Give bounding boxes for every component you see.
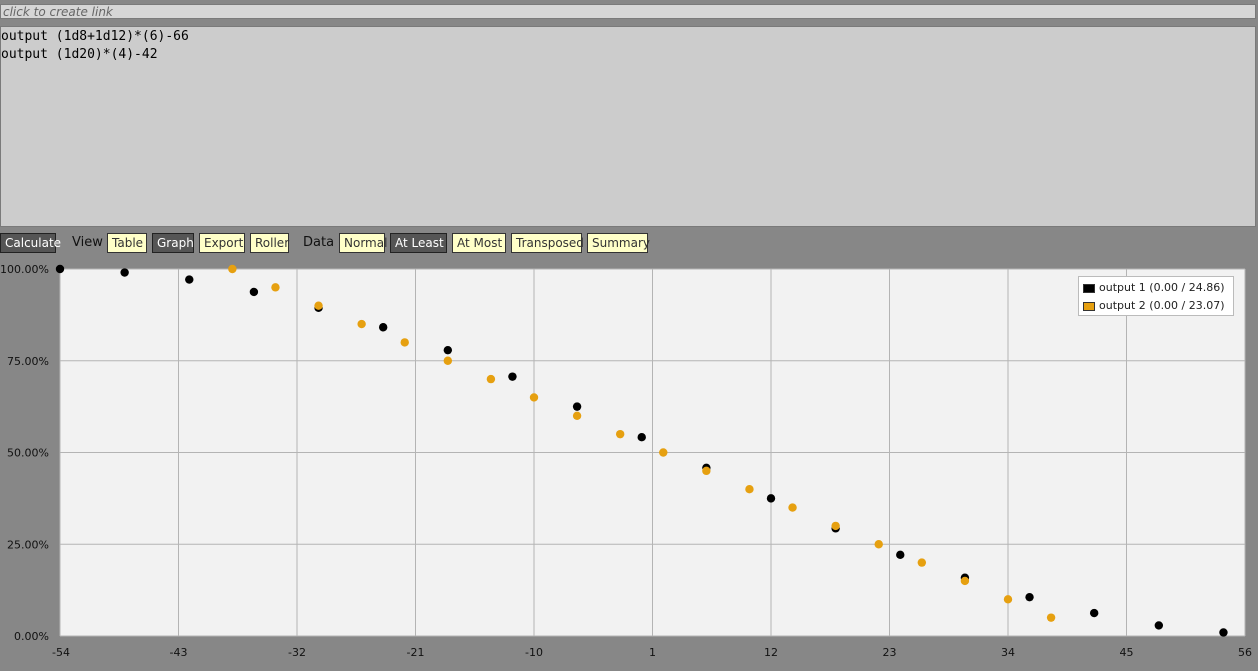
- editor-line[interactable]: output (1d8+1d12)*(6)-66: [1, 28, 1255, 46]
- view-roller-button[interactable]: Roller: [250, 233, 289, 253]
- data-point-series-2: [917, 558, 927, 567]
- data-point-series-1: [120, 268, 129, 277]
- create-link-text[interactable]: click to create link: [3, 5, 113, 19]
- data-point-series-1: [1154, 621, 1164, 630]
- view-graph-button[interactable]: Graph: [152, 233, 194, 253]
- x-tick-label: -21: [407, 646, 425, 659]
- data-point-series-2: [745, 485, 754, 494]
- y-tick-label: 0.00%: [14, 630, 49, 643]
- data-point-series-1: [637, 432, 646, 442]
- data-point-series-2: [874, 540, 883, 549]
- data-point-series-2: [228, 264, 237, 274]
- x-tick-label: -32: [288, 646, 306, 659]
- data-point-series-1: [55, 264, 65, 274]
- data-point-series-2: [831, 521, 840, 531]
- data-point-series-2: [572, 411, 582, 420]
- data-point-series-1: [1025, 592, 1034, 602]
- create-link-bar[interactable]: click to create link: [0, 4, 1256, 19]
- view-export-button[interactable]: Export: [199, 233, 245, 253]
- toolbar: Calculate View Table Graph Export Roller…: [0, 233, 1258, 255]
- calculate-button[interactable]: Calculate: [0, 233, 61, 253]
- data-point-series-2: [615, 429, 625, 439]
- view-table-button[interactable]: Table: [107, 233, 147, 253]
- data-point-series-2: [702, 466, 711, 476]
- data-point-series-1: [378, 323, 388, 332]
- data-point-series-1: [1219, 628, 1228, 637]
- data-point-series-2: [357, 319, 366, 329]
- x-tick-label: 12: [764, 646, 778, 659]
- x-tick-label: 23: [883, 646, 897, 659]
- legend-label-output-1: output 1 (0.00 / 24.86): [1099, 281, 1225, 294]
- data-point-series-2: [271, 283, 280, 292]
- data-at-most-button[interactable]: At Most: [452, 233, 506, 253]
- x-tick-label: -54: [52, 646, 70, 659]
- x-tick-label: 34: [1001, 646, 1015, 659]
- data-transposed-button[interactable]: Transposed: [511, 233, 584, 253]
- data-point-series-1: [766, 494, 776, 503]
- x-tick-label: 1: [649, 646, 656, 659]
- y-tick-label: 50.00%: [7, 447, 49, 460]
- data-point-series-2: [960, 576, 970, 586]
- data-point-series-1: [249, 287, 259, 297]
- data-at-least-button[interactable]: At Least: [390, 233, 447, 253]
- data-point-series-1: [572, 402, 582, 411]
- data-point-series-2: [1046, 613, 1056, 622]
- y-tick-label: 25.00%: [7, 538, 49, 551]
- data-point-series-2: [400, 338, 409, 347]
- data-point-series-1: [508, 372, 517, 381]
- x-tick-label: -43: [170, 646, 188, 659]
- data-point-series-1: [1089, 608, 1099, 618]
- data-point-series-1: [896, 550, 905, 560]
- legend-item-output-1: output 1 (0.00 / 24.86): [1083, 279, 1229, 297]
- data-summary-button[interactable]: Summary: [587, 233, 650, 253]
- legend-swatch-output-2: [1083, 301, 1095, 311]
- data-point-series-1: [185, 275, 194, 284]
- editor-line[interactable]: output (1d20)*(4)-42: [1, 46, 1255, 64]
- y-tick-label: 100.00%: [0, 263, 49, 276]
- y-tick-label: 75.00%: [7, 355, 49, 368]
- program-editor[interactable]: output (1d8+1d12)*(6)-66 output (1d20)*(4…: [0, 26, 1256, 227]
- x-tick-label: 45: [1120, 646, 1134, 659]
- chart-legend: output 1 (0.00 / 24.86) output 2 (0.00 /…: [1078, 276, 1234, 316]
- data-point-series-2: [314, 301, 323, 310]
- probability-chart: 0.00% 25.00% 50.00% 75.00% 100.00% -54 -43 -32…: [0, 263, 1252, 659]
- data-point-series-1: [443, 345, 453, 355]
- x-tick-label: -10: [525, 646, 543, 659]
- x-tick-label: 56: [1238, 646, 1252, 659]
- legend-swatch-output-1: [1083, 283, 1095, 293]
- data-point-series-2: [788, 503, 797, 512]
- data-label: Data: [303, 235, 335, 250]
- view-label: View: [72, 235, 103, 250]
- data-point-series-2: [659, 448, 668, 457]
- legend-item-output-2: output 2 (0.00 / 23.07): [1083, 297, 1229, 315]
- legend-label-output-2: output 2 (0.00 / 23.07): [1099, 299, 1225, 312]
- data-point-series-2: [529, 393, 539, 402]
- data-normal-button[interactable]: Normal: [339, 233, 387, 253]
- data-point-series-2: [1003, 595, 1013, 604]
- data-point-series-2: [443, 356, 453, 365]
- data-point-series-2: [486, 374, 496, 384]
